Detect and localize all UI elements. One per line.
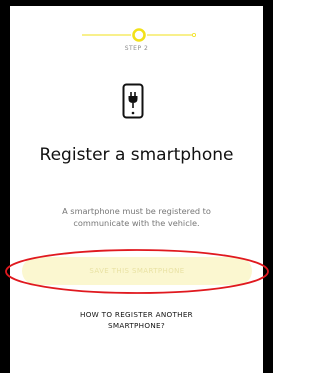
device-frame-right xyxy=(263,0,273,373)
how-to-register-link[interactable]: HOW TO REGISTER ANOTHER SMARTPHONE? xyxy=(60,309,213,331)
progress-stepper xyxy=(82,27,196,47)
page-title: Register a smartphone xyxy=(39,145,234,165)
device-frame-left xyxy=(0,0,10,373)
register-smartphone-screen: STEP 2 Register a smartphone A smartphon… xyxy=(0,0,273,373)
stepper-next-dot xyxy=(192,33,196,37)
smartphone-charging-icon xyxy=(122,83,144,119)
stepper-current-dot xyxy=(132,28,146,42)
page-description: A smartphone must be registered to commu… xyxy=(62,206,211,228)
step-label: STEP 2 xyxy=(124,45,149,52)
device-frame-top xyxy=(0,0,273,6)
save-smartphone-button[interactable]: SAVE THIS SMARTPHONE xyxy=(22,257,252,285)
